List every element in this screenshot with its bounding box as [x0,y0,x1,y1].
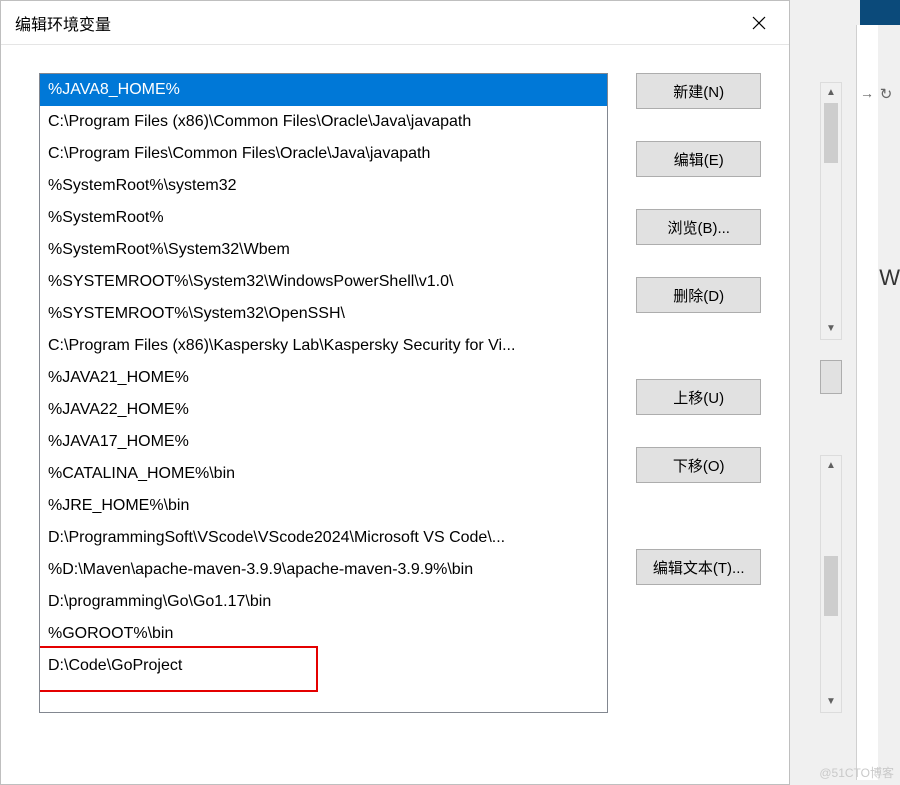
edit-env-var-dialog: 编辑环境变量 %JAVA8_HOME%C:\Program Files (x86… [0,0,790,785]
scroll-up-icon[interactable]: ▲ [821,456,841,476]
list-item[interactable]: %JAVA8_HOME% [40,74,607,106]
list-item[interactable]: %SYSTEMROOT%\System32\WindowsPowerShell\… [40,266,607,298]
parent-scrollbar-top[interactable]: ▲ ▼ [820,82,842,340]
list-item[interactable]: %JRE_HOME%\bin [40,490,607,522]
browse-button[interactable]: 浏览(B)... [636,209,761,245]
delete-button[interactable]: 删除(D) [636,277,761,313]
list-item[interactable]: D:\ProgrammingSoft\VScode\VScode2024\Mic… [40,522,607,554]
list-item[interactable]: %SYSTEMROOT%\System32\OpenSSH\ [40,298,607,330]
scroll-thumb[interactable] [824,103,838,163]
list-item[interactable]: %SystemRoot%\System32\Wbem [40,234,607,266]
list-item[interactable]: C:\Program Files (x86)\Common Files\Orac… [40,106,607,138]
edit-button[interactable]: 编辑(E) [636,141,761,177]
list-item[interactable]: C:\Program Files\Common Files\Oracle\Jav… [40,138,607,170]
list-item[interactable]: C:\Program Files (x86)\Kaspersky Lab\Kas… [40,330,607,362]
button-column: 新建(N) 编辑(E) 浏览(B)... 删除(D) 上移(U) 下移(O) 编… [636,73,761,784]
dialog-title: 编辑环境变量 [15,11,739,35]
scroll-down-icon[interactable]: ▼ [821,319,841,339]
list-item[interactable]: %CATALINA_HOME%\bin [40,458,607,490]
close-button[interactable] [739,8,779,38]
titlebar: 编辑环境变量 [1,1,789,45]
scroll-up-icon[interactable]: ▲ [821,83,841,103]
edittext-button[interactable]: 编辑文本(T)... [636,549,761,585]
list-item[interactable]: D:\Code\GoProject [40,650,607,682]
list-item[interactable]: %GOROOT%\bin [40,618,607,650]
forward-icon[interactable]: → [858,85,876,105]
new-button[interactable]: 新建(N) [636,73,761,109]
refresh-icon[interactable]: ↻ [876,85,896,105]
list-item[interactable]: %JAVA22_HOME% [40,394,607,426]
dialog-content: %JAVA8_HOME%C:\Program Files (x86)\Commo… [1,45,789,784]
list-item[interactable]: %JAVA17_HOME% [40,426,607,458]
bg-window-edge [856,25,878,780]
moveup-button[interactable]: 上移(U) [636,379,761,415]
scroll-thumb[interactable] [824,556,838,616]
movedown-button[interactable]: 下移(O) [636,447,761,483]
parent-button-fragment [820,360,842,394]
close-icon [752,16,766,30]
list-item[interactable]: %SystemRoot%\system32 [40,170,607,202]
watermark: @51CTO博客 [819,764,894,781]
list-item[interactable]: %SystemRoot% [40,202,607,234]
parent-scrollbar-bottom[interactable]: ▲ ▼ [820,455,842,713]
list-item[interactable]: %D:\Maven\apache-maven-3.9.9\apache-mave… [40,554,607,586]
bg-title-fragment [860,0,900,25]
path-listbox[interactable]: %JAVA8_HOME%C:\Program Files (x86)\Commo… [39,73,608,713]
list-item[interactable]: %JAVA21_HOME% [40,362,607,394]
bg-letter-w: W [879,265,900,291]
scroll-down-icon[interactable]: ▼ [821,692,841,712]
list-item[interactable]: D:\programming\Go\Go1.17\bin [40,586,607,618]
